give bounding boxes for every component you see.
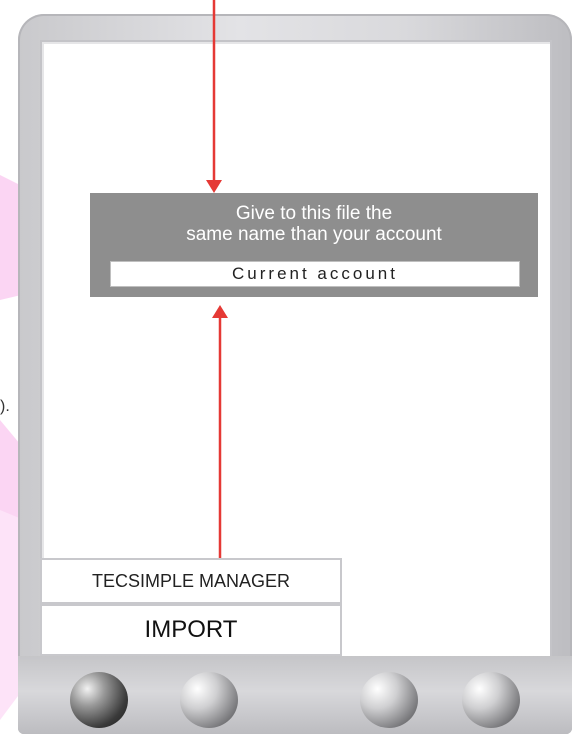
hardware-button-3[interactable]	[360, 672, 418, 728]
dialog-message: Give to this file the same name than you…	[90, 203, 538, 245]
hardware-button-2[interactable]	[180, 672, 238, 728]
manager-label: TECSIMPLE MANAGER	[40, 558, 342, 604]
import-button[interactable]: IMPORT	[40, 604, 342, 656]
account-name-field[interactable]: Current account	[110, 261, 520, 287]
dialog-message-line2: same name than your account	[186, 224, 442, 245]
hardware-button-1[interactable]	[70, 672, 128, 728]
rename-dialog: Give to this file the same name than you…	[90, 193, 538, 297]
side-text-fragment: ).	[0, 398, 10, 415]
hardware-button-4[interactable]	[462, 672, 520, 728]
dialog-message-line1: Give to this file the	[235, 203, 393, 224]
